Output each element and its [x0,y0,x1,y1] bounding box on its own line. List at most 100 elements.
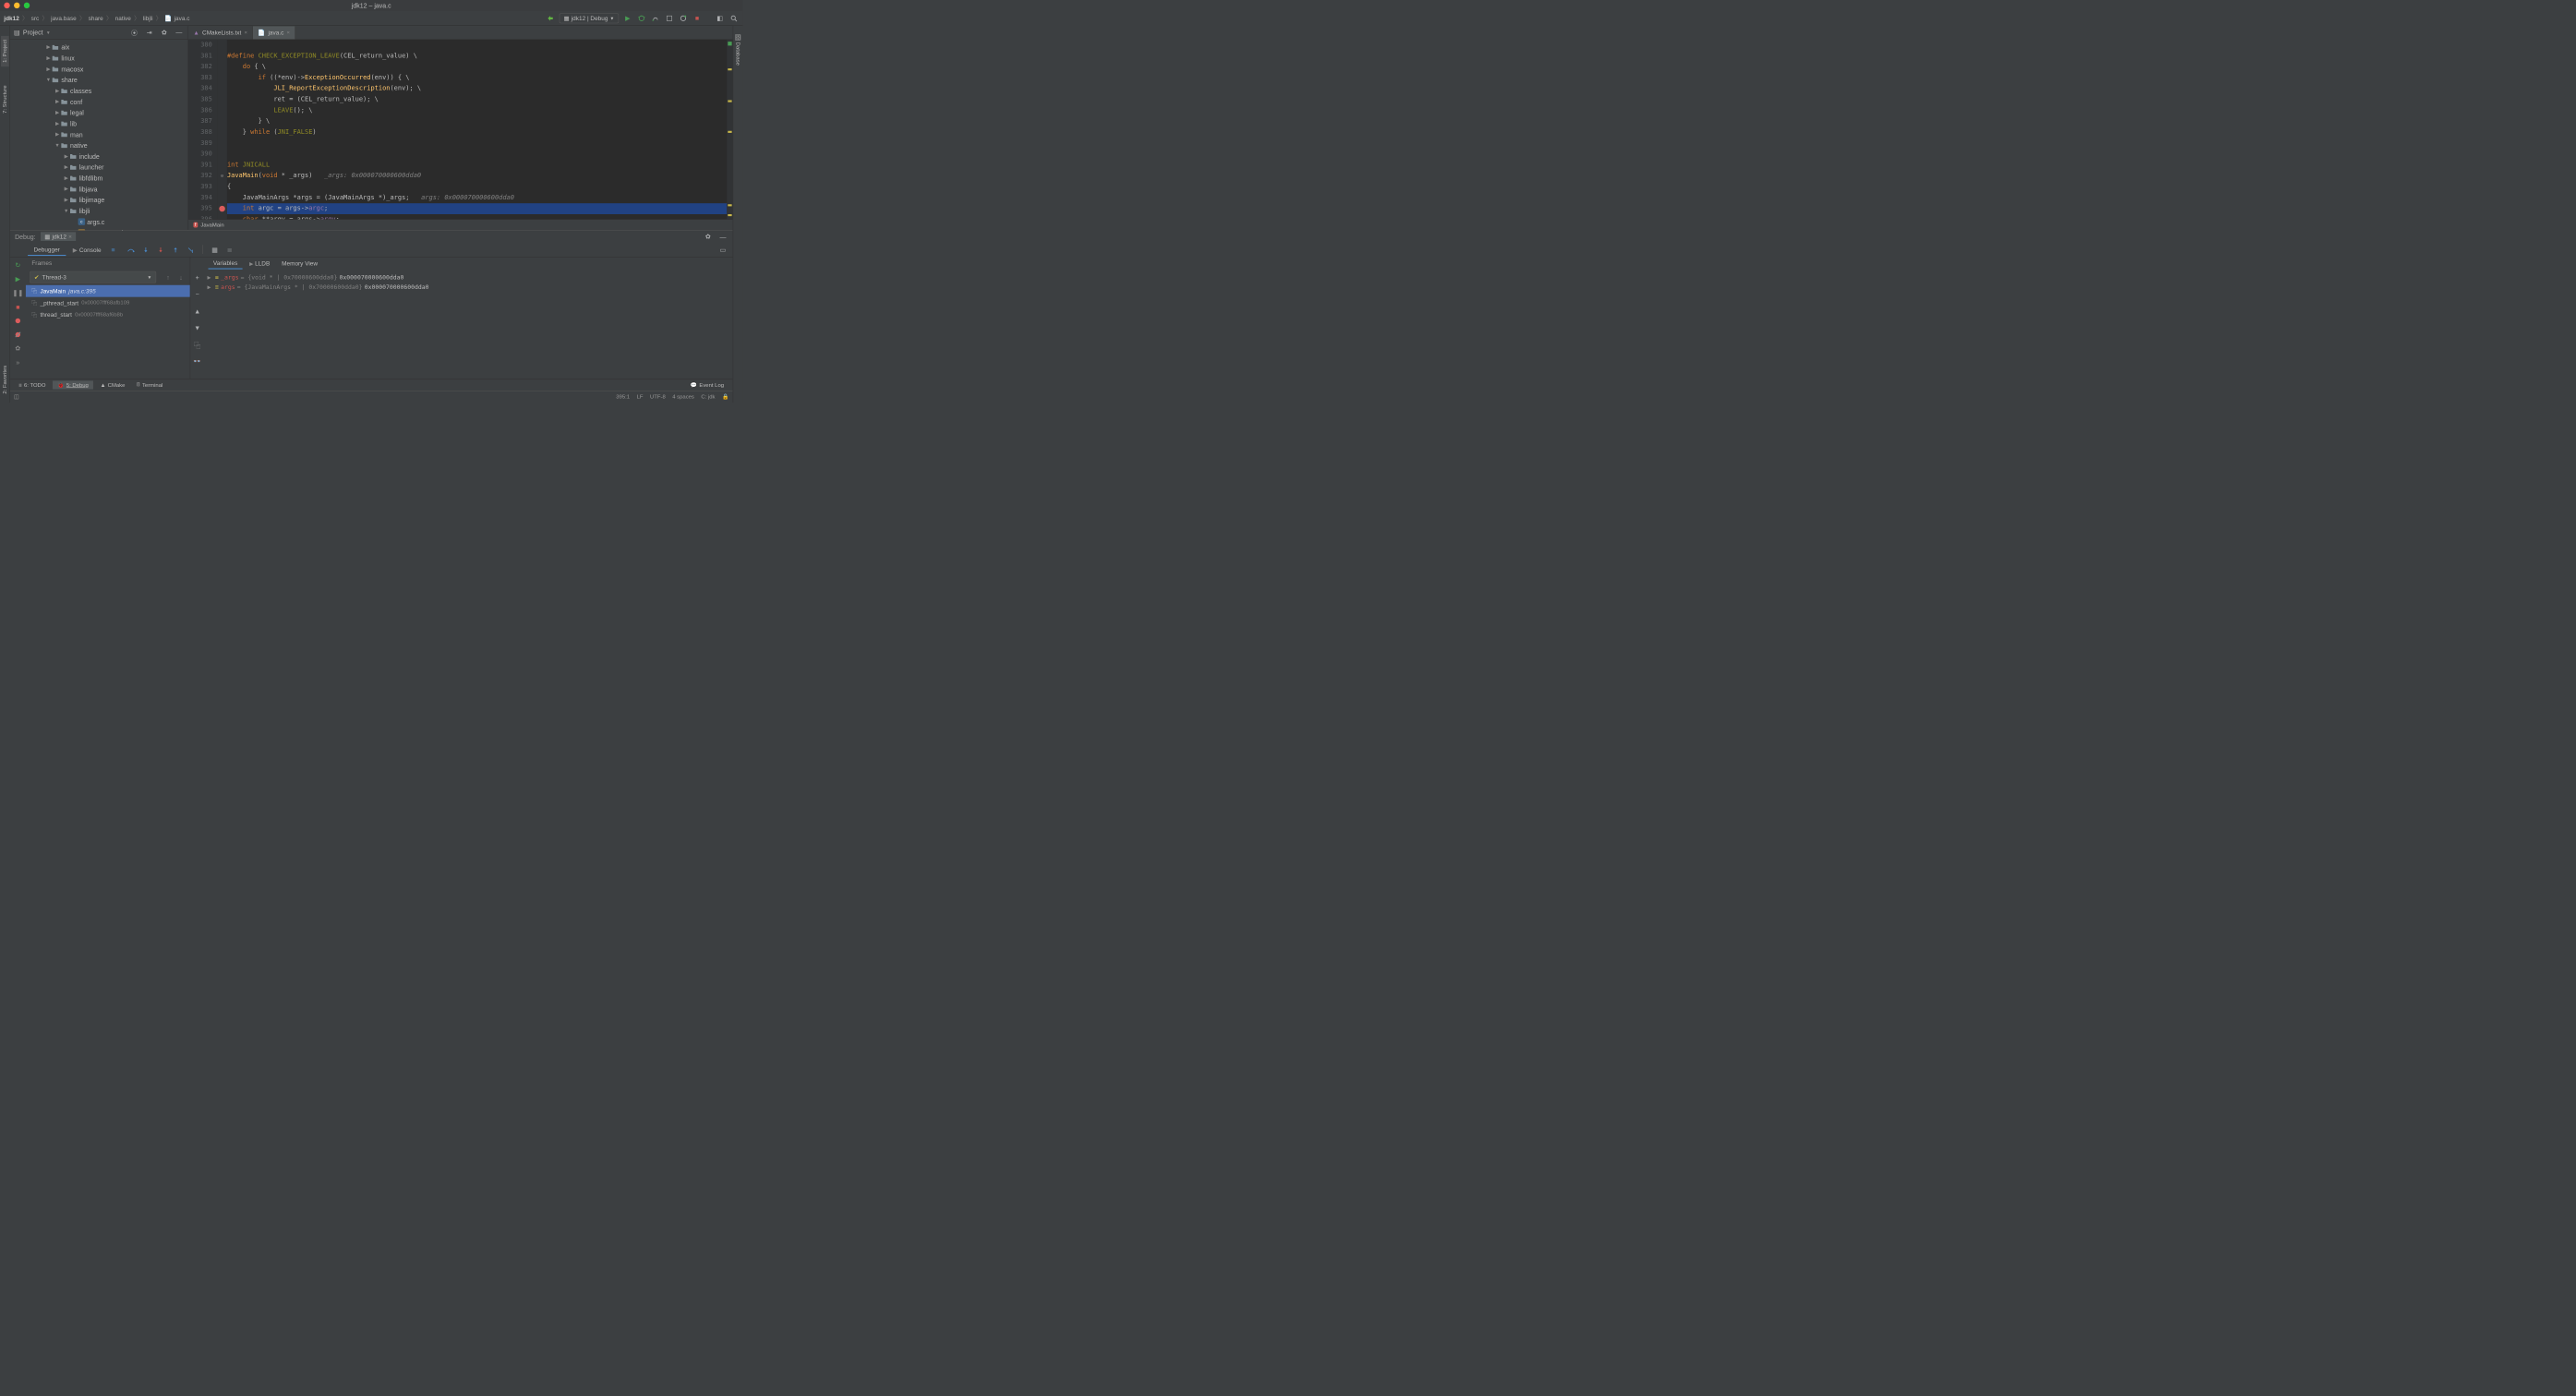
error-stripe[interactable] [727,40,732,219]
frame-thread_start[interactable]: ⿻ thread_start 0x00007fff68af6b8b [26,309,190,321]
var-args[interactable]: ▶ ≡ args = {JavaMainArgs * | 0x70000600d… [207,283,729,293]
crumb-share[interactable]: share [89,15,103,22]
navigation-bar[interactable]: jdk12〉 src〉 java.base〉 share〉 native〉 li… [4,14,189,22]
stop-debug-button[interactable]: ■ [13,302,23,312]
view-breakpoints-button[interactable] [13,316,23,326]
tool-tab-structure[interactable]: 7: Structure [1,81,9,117]
editor-breadcrumb[interactable]: f JavaMain [188,219,733,230]
tree-node-libjli[interactable]: ▼libjli [10,205,188,216]
tree-node-man[interactable]: ▶man [10,129,188,140]
line-ending[interactable]: LF [637,394,644,400]
close-session-icon[interactable]: × [68,233,72,240]
variables-tab[interactable]: Variables [209,258,243,270]
tool-tab-favorites[interactable]: 2: Favorites [1,361,9,397]
force-step-into-button[interactable] [156,245,166,255]
status-icon[interactable]: ◫ [14,393,19,400]
step-over-button[interactable] [126,245,136,255]
stripe-warning-mark[interactable] [728,100,731,102]
debug-settings-icon[interactable]: ✿ [703,232,713,242]
profile-button[interactable] [665,13,675,23]
debug-button[interactable] [637,13,647,23]
variables-tree[interactable]: ▶ ≡ _args = {void * | 0x70000600dda0} 0x… [204,270,732,379]
next-frame-button[interactable]: ↓ [176,272,187,283]
prev-frame-button[interactable]: ↑ [163,272,174,283]
tree-node-share[interactable]: ▼share [10,75,188,86]
indent[interactable]: 4 spaces [672,394,694,400]
crumb-project[interactable]: jdk12 [4,15,18,22]
locate-icon[interactable]: ⦿ [129,28,139,38]
crumb-file[interactable]: java.c [175,15,190,22]
evaluate-button[interactable]: ▦ [210,245,220,255]
expand-icon[interactable]: ⇥ [144,28,154,38]
tree-node-aix[interactable]: ▶aix [10,42,188,53]
tab-terminal[interactable]: ⌷Terminal [132,380,168,389]
coverage-button[interactable] [651,13,661,23]
run-configuration-selector[interactable]: ▦ jdk12 | Debug ▼ [560,13,619,23]
layout-button[interactable]: ◧ [715,13,725,23]
rerun-button[interactable]: ↻ [13,260,23,271]
run-button[interactable]: ▶ [622,13,632,23]
crumb-native[interactable]: native [115,15,131,22]
build-icon[interactable] [546,13,556,23]
step-into-button[interactable] [140,245,150,255]
stop-button[interactable]: ■ [692,13,703,23]
memory-tab[interactable]: Memory View [277,258,323,269]
tab-javac[interactable]: 📄 java.c × [253,26,295,39]
up-button[interactable]: ▲ [192,306,202,316]
close-tab-icon[interactable]: × [245,30,247,35]
layout-settings-icon[interactable]: ▭ [718,245,728,255]
settings-icon[interactable]: ✿ [159,28,169,38]
tab-debug[interactable]: 🐞5: Debug [53,380,93,389]
frame-_pthread_start[interactable]: ⿻ _pthread_start 0x00007fff68afb109 [26,297,190,309]
tab-eventlog[interactable]: 💬Event Log [686,380,729,389]
tree-node-linux[interactable]: ▶linux [10,53,188,64]
zoom-window-button[interactable] [24,3,30,8]
encoding[interactable]: UTF-8 [650,394,666,400]
attach-button[interactable] [679,13,689,23]
stripe-warning-mark[interactable] [728,131,731,133]
var-_args[interactable]: ▶ ≡ _args = {void * | 0x70000600dda0} 0x… [207,272,729,283]
tree-node-native[interactable]: ▼native [10,139,188,150]
tree-node-launcher[interactable]: ▶launcher [10,162,188,173]
tab-cmakelists[interactable]: ▲ CMakeLists.txt × [188,26,253,39]
crumb-src[interactable]: src [31,15,40,22]
pause-button[interactable]: ❚❚ [13,288,23,298]
search-everywhere-button[interactable] [728,13,739,23]
copy-button[interactable]: ⿻ [192,340,202,350]
tree-node-libfdlibm[interactable]: ▶libfdlibm [10,173,188,184]
tab-cmake[interactable]: ▲CMake [95,380,129,389]
code-area[interactable]: #define CHECK_EXCEPTION_LEAVE(CEL_return… [227,40,727,219]
frame-list[interactable]: ⿻ JavaMain java.c:395⿻ _pthread_start 0x… [26,285,190,379]
close-window-button[interactable] [4,3,9,8]
hide-icon[interactable]: — [174,28,184,38]
caret-position[interactable]: 395:1 [616,394,630,400]
stripe-warning-mark[interactable] [728,68,731,70]
mute-breakpoints-button[interactable] [13,330,23,340]
down-button[interactable]: ▼ [192,323,202,333]
tab-todo[interactable]: ≡6: TODO [14,380,51,389]
project-title[interactable]: Project [23,29,43,36]
tree-node-conf[interactable]: ▶conf [10,96,188,107]
resume-button[interactable]: ▶ [13,274,23,284]
minimize-window-button[interactable] [14,3,19,8]
tree-node-args-c[interactable]: cargs.c [10,216,188,227]
trace-button[interactable]: ≣ [224,245,235,255]
add-watch-button[interactable]: + [192,272,202,283]
lldb-tab[interactable]: ▶ LLDB [245,258,275,269]
project-tree[interactable]: ▶aix▶linux▶macosx▼share▶classes▶conf▶leg… [10,40,188,230]
glasses-icon[interactable]: 👓 [192,356,202,367]
pin-icon[interactable]: » [13,357,23,367]
tool-tab-project[interactable]: 1: Project [1,36,9,67]
debugger-tab[interactable]: Debugger [28,244,66,256]
stripe-warning-mark[interactable] [728,214,731,216]
tree-node-legal[interactable]: ▶legal [10,107,188,118]
close-tab-icon[interactable]: × [287,30,290,35]
lock-icon[interactable]: 🔒 [722,393,728,400]
step-out-button[interactable] [171,245,181,255]
debug-more-settings-icon[interactable]: ✿ [13,343,23,354]
tree-node-libjimage[interactable]: ▶libjimage [10,195,188,206]
tool-tab-database[interactable]: 🗄 Database [734,30,742,69]
tree-node-lib[interactable]: ▶lib [10,118,188,129]
tree-node-libjava[interactable]: ▶libjava [10,184,188,195]
crumb-javabase[interactable]: java.base [51,15,77,22]
